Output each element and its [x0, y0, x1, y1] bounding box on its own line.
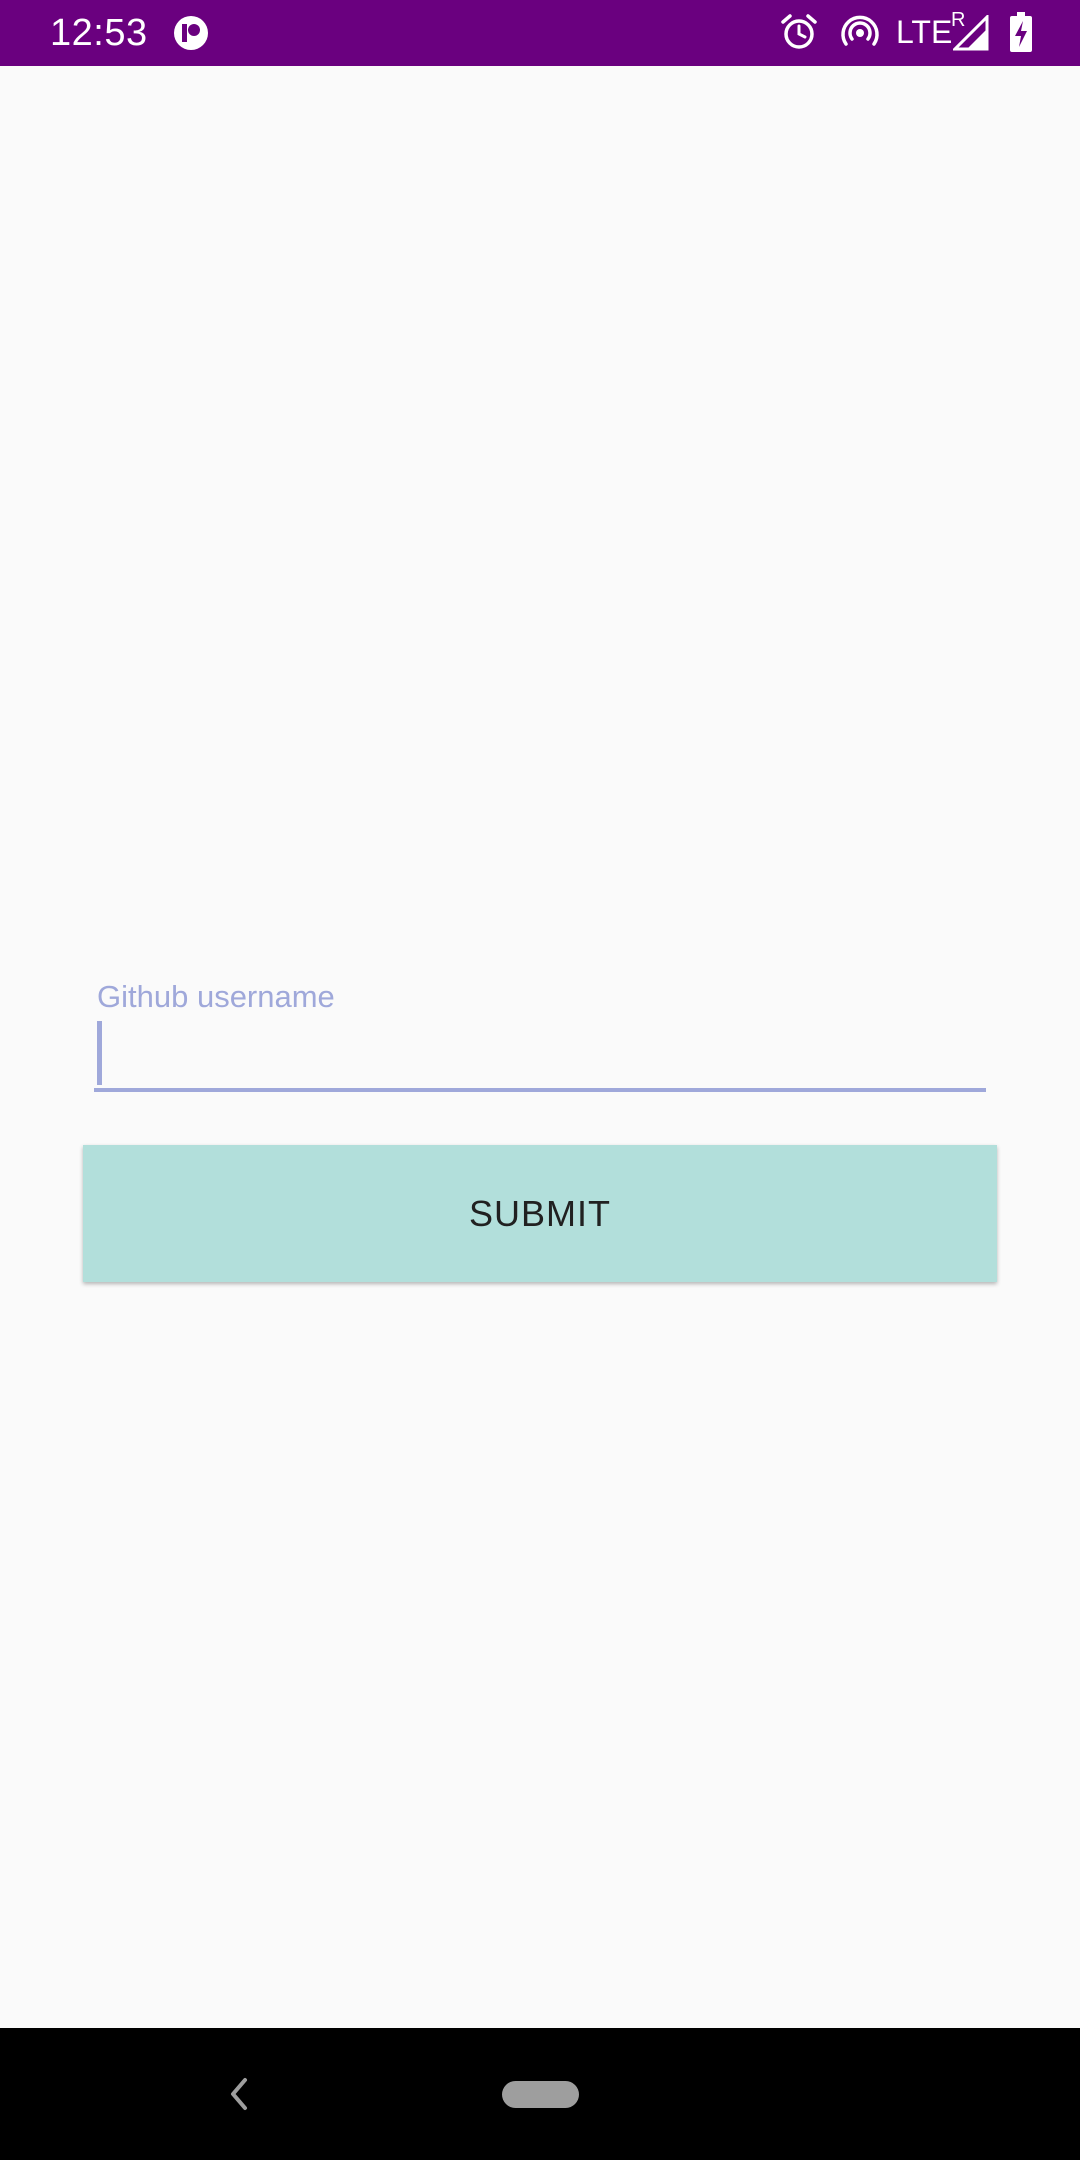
navigation-bar	[0, 2028, 1080, 2160]
github-username-input[interactable]	[94, 1022, 986, 1092]
hotspot-icon	[841, 15, 879, 46]
status-bar: 12:53 LTE R	[0, 0, 1080, 66]
signal-icon	[953, 15, 989, 51]
app-notification-icon	[174, 16, 208, 50]
back-icon[interactable]	[225, 2076, 253, 2112]
battery-charging-icon	[1010, 12, 1032, 52]
username-label: Github username	[97, 979, 335, 1014]
network-type-label: LTE	[896, 14, 953, 50]
text-cursor	[97, 1021, 102, 1085]
submit-button[interactable]: SUBMIT	[83, 1145, 997, 1282]
alarm-icon	[781, 14, 817, 49]
home-pill-icon[interactable]	[502, 2081, 579, 2108]
status-time: 12:53	[50, 12, 148, 54]
